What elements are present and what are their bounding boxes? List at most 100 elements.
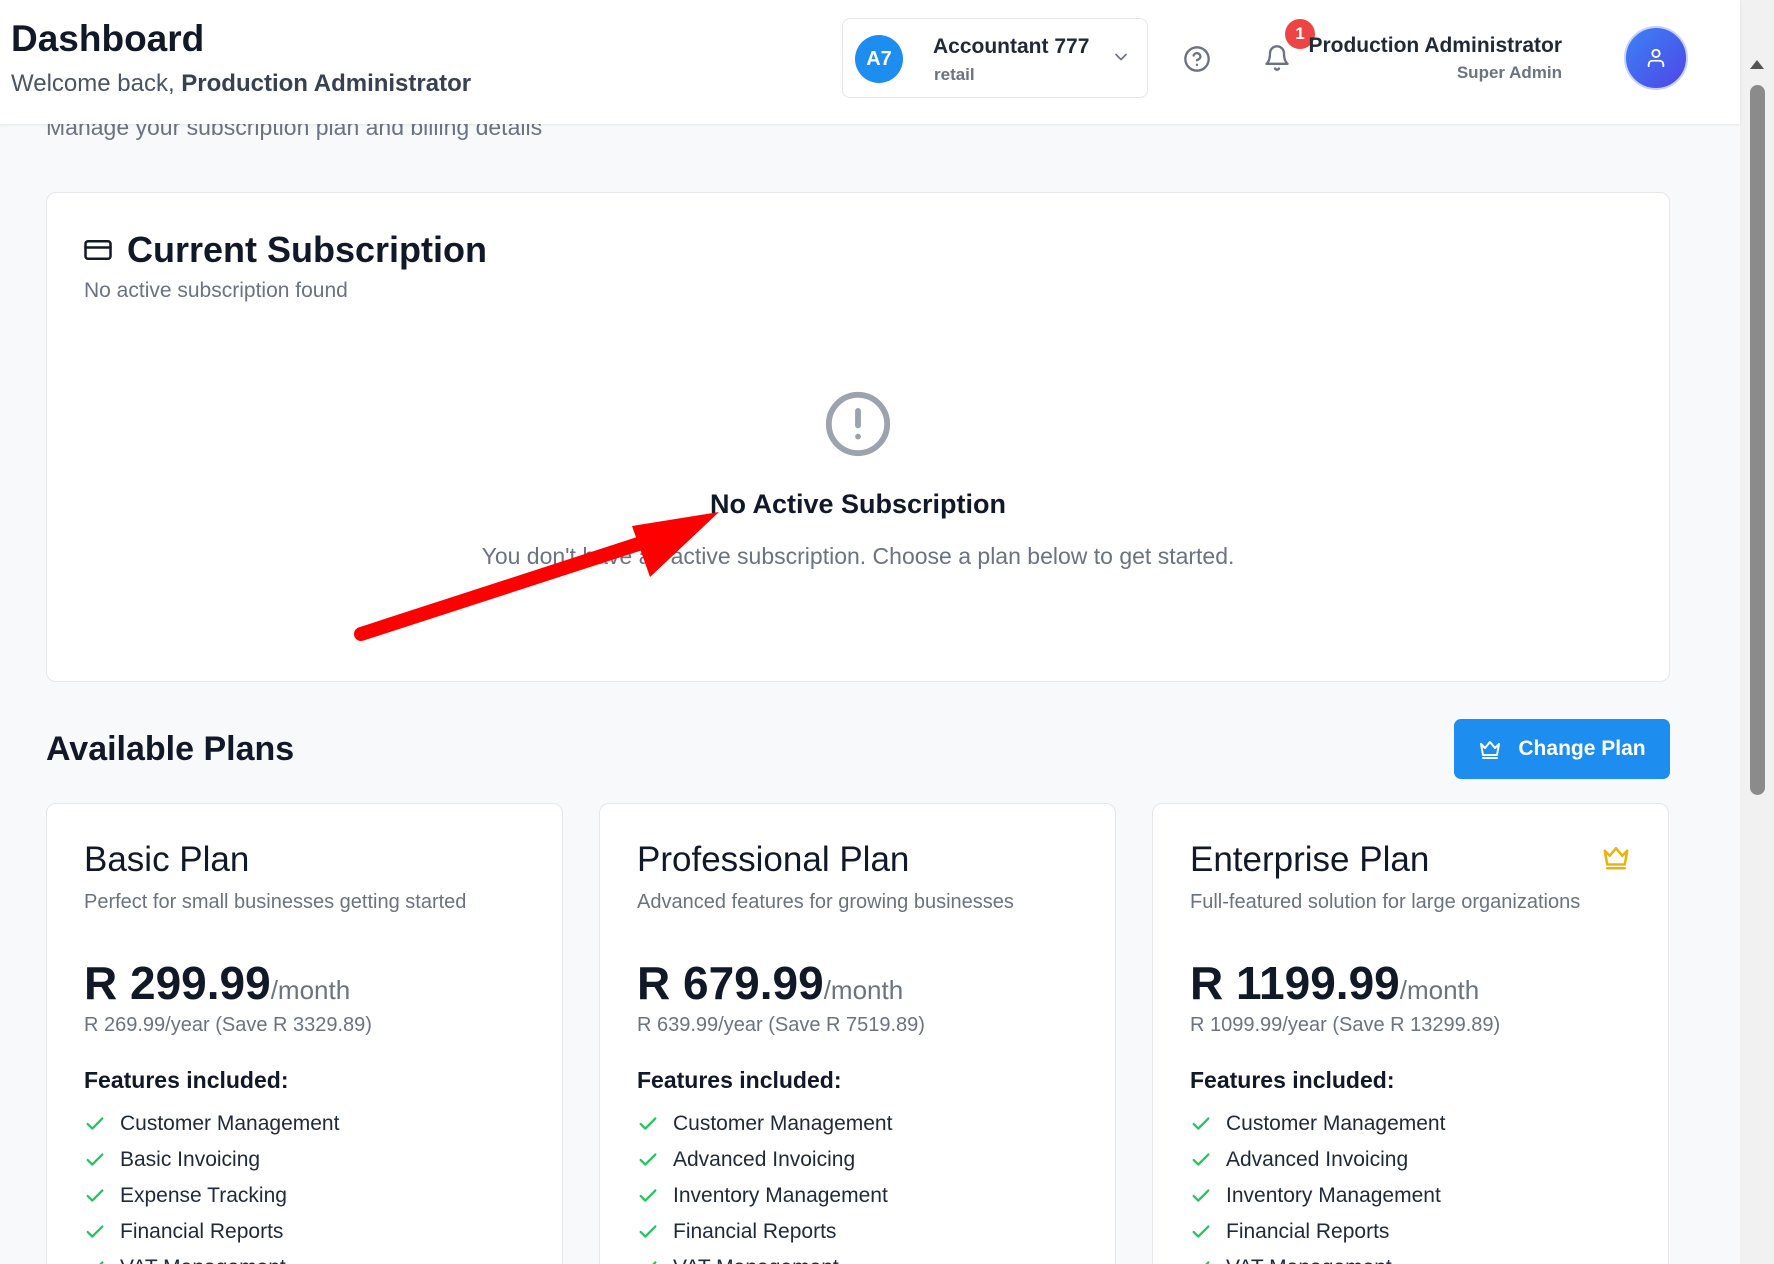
feature-item: VAT Management [1190, 1250, 1445, 1264]
check-icon [86, 1225, 104, 1238]
check-icon [639, 1189, 657, 1202]
features-heading: Features included: [84, 1067, 289, 1093]
feature-label: Customer Management [1226, 1112, 1446, 1135]
feature-item: Customer Management [84, 1106, 339, 1142]
feature-item: Basic Invoicing [84, 1142, 339, 1178]
feature-item: VAT Management [84, 1250, 339, 1264]
chevron-down-icon [1115, 53, 1127, 61]
alert-circle-icon [825, 391, 891, 457]
user-avatar[interactable] [1624, 26, 1688, 90]
crown-icon [1480, 741, 1501, 759]
current-subscription-title: Current Subscription [127, 229, 488, 270]
feature-label: VAT Management [120, 1256, 286, 1264]
plan-description: Advanced features for growing businesses [637, 891, 1014, 913]
check-icon [86, 1189, 104, 1202]
user-name: Production Administrator [1308, 34, 1562, 57]
feature-label: Inventory Management [673, 1184, 888, 1207]
feature-item: Financial Reports [1190, 1214, 1445, 1250]
change-plan-button[interactable]: Change Plan [1454, 719, 1670, 779]
plan-card-professional[interactable]: Professional Plan Advanced features for … [599, 803, 1116, 1264]
plan-name: Professional Plan [637, 840, 910, 879]
current-subscription-header: Current Subscription [83, 229, 487, 271]
feature-label: Customer Management [120, 1112, 340, 1135]
feature-list: Customer Management Advanced Invoicing I… [1190, 1106, 1445, 1264]
organization-avatar: A7 [855, 35, 903, 83]
feature-label: Basic Invoicing [120, 1148, 261, 1171]
feature-item: Expense Tracking [84, 1178, 339, 1214]
plan-period: /month [1399, 975, 1480, 1005]
plan-card-enterprise[interactable]: Enterprise Plan Full-featured solution f… [1152, 803, 1669, 1264]
plan-yearly-price: R 1099.99/year (Save R 13299.89) [1190, 1014, 1501, 1036]
plan-card-basic[interactable]: Basic Plan Perfect for small businesses … [46, 803, 563, 1264]
check-icon [99, 1261, 104, 1264]
feature-label: Advanced Invoicing [1226, 1148, 1409, 1171]
plan-price-row: R 1199.99/month [1190, 956, 1479, 1010]
page-scrollbar[interactable] [1740, 0, 1774, 1264]
empty-state-title: No Active Subscription [709, 489, 1007, 519]
feature-item: Advanced Invoicing [637, 1142, 892, 1178]
feature-list: Customer Management Basic Invoicing Expe… [84, 1106, 339, 1264]
plan-price-row: R 679.99/month [637, 956, 903, 1010]
feature-label: Customer Management [673, 1112, 893, 1135]
feature-item: Financial Reports [84, 1214, 339, 1250]
feature-list: Customer Management Advanced Invoicing I… [637, 1106, 892, 1264]
plan-period: /month [270, 975, 351, 1005]
crown-icon [1603, 847, 1629, 870]
welcome-user-name: Production Administrator [181, 70, 472, 97]
page-title: Dashboard [11, 18, 205, 59]
welcome-prefix: Welcome back, [11, 70, 175, 97]
feature-item: Customer Management [1190, 1106, 1445, 1142]
bell-icon[interactable] [1263, 44, 1291, 72]
scrollbar-thumb[interactable] [1750, 85, 1765, 795]
feature-item: VAT Management [637, 1250, 892, 1264]
check-icon [86, 1153, 104, 1166]
plan-name: Basic Plan [84, 840, 250, 879]
plan-price: R 679.99 [637, 957, 824, 1009]
feature-item: Advanced Invoicing [1190, 1142, 1445, 1178]
feature-label: Financial Reports [120, 1220, 284, 1243]
feature-item: Financial Reports [637, 1214, 892, 1250]
current-subscription-card: Current Subscription No active subscript… [46, 192, 1670, 682]
available-plans-title: Available Plans [46, 730, 295, 768]
feature-item: Customer Management [637, 1106, 892, 1142]
check-icon [639, 1153, 657, 1166]
check-icon [1205, 1261, 1210, 1264]
plan-yearly-price: R 639.99/year (Save R 7519.89) [637, 1014, 925, 1036]
check-icon [1192, 1189, 1210, 1202]
organization-switcher[interactable]: A7 Accountant 777 retail [842, 18, 1148, 98]
feature-label: Financial Reports [1226, 1220, 1390, 1243]
feature-item: Inventory Management [1190, 1178, 1445, 1214]
plan-period: /month [823, 975, 904, 1005]
plan-price: R 299.99 [84, 957, 271, 1009]
plan-yearly-price: R 269.99/year (Save R 3329.89) [84, 1014, 372, 1036]
plan-price: R 1199.99 [1190, 957, 1400, 1009]
check-icon [639, 1117, 657, 1130]
check-icon [652, 1261, 657, 1264]
organization-type: retail [934, 65, 975, 84]
feature-label: Inventory Management [1226, 1184, 1441, 1207]
organization-name: Accountant 777 [933, 35, 1090, 58]
plan-description: Perfect for small businesses getting sta… [84, 891, 467, 913]
feature-label: Financial Reports [673, 1220, 837, 1243]
plan-name: Enterprise Plan [1190, 840, 1430, 879]
credit-card-icon [84, 240, 112, 260]
top-header: Dashboard Welcome back, Production Admin… [0, 0, 1740, 124]
feature-item: Inventory Management [637, 1178, 892, 1214]
current-subscription-subtitle: No active subscription found [84, 279, 348, 302]
scroll-up-arrow-icon[interactable] [1750, 60, 1764, 69]
check-icon [1192, 1117, 1210, 1130]
check-icon [1192, 1153, 1210, 1166]
feature-label: Advanced Invoicing [673, 1148, 856, 1171]
features-heading: Features included: [1190, 1067, 1395, 1093]
user-role: Super Admin [1456, 63, 1562, 82]
features-heading: Features included: [637, 1067, 842, 1093]
user-icon [1647, 48, 1665, 68]
check-icon [1192, 1225, 1210, 1238]
help-circle-icon[interactable] [1183, 45, 1211, 73]
welcome-message: Welcome back, Production Administrator [11, 70, 471, 98]
plan-description: Full-featured solution for large organiz… [1190, 891, 1581, 913]
check-icon [86, 1117, 104, 1130]
check-icon [639, 1225, 657, 1238]
plan-price-row: R 299.99/month [84, 956, 350, 1010]
feature-label: Expense Tracking [120, 1184, 287, 1207]
